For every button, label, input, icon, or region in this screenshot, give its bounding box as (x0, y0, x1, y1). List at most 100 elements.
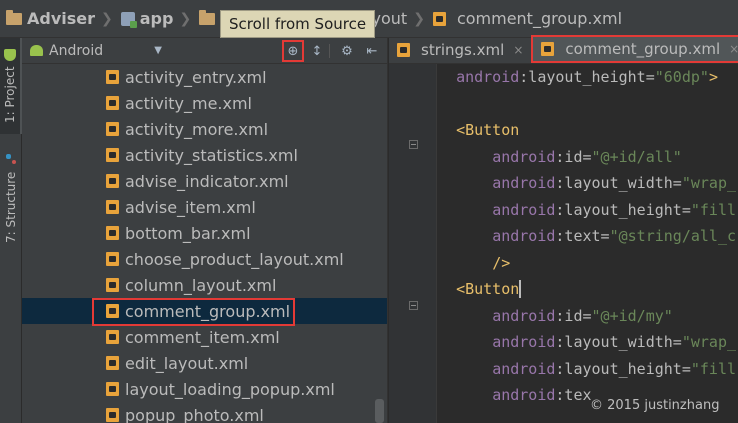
file-tree-item[interactable]: activity_more.xml (22, 116, 387, 142)
file-name: activity_more.xml (125, 119, 269, 139)
code-token: <Button (456, 121, 520, 140)
code-token: "fill (690, 359, 737, 378)
file-name: comment_item.xml (125, 327, 280, 347)
xml-file-icon (106, 252, 119, 266)
structure-tool-tab[interactable]: 7: Structure (0, 142, 22, 254)
breadcrumb-label: Adviser (27, 9, 96, 28)
xml-file-icon (106, 226, 119, 240)
file-name: column_layout.xml (125, 275, 277, 295)
xml-file-icon (106, 330, 119, 344)
file-name: activity_entry.xml (125, 67, 267, 87)
xml-file-icon (106, 148, 119, 162)
code-line: android:layout_height= "fill (438, 356, 738, 383)
hide-panel-button[interactable]: ⇤ (363, 42, 381, 60)
project-tool-tab[interactable]: 1: Project (0, 38, 22, 134)
xml-file-icon (106, 174, 119, 188)
file-tree-item[interactable]: comment_group.xml (22, 298, 387, 326)
structure-icon (5, 153, 17, 165)
project-view-select[interactable]: Android ▼ (30, 43, 162, 59)
xml-file-icon (106, 408, 119, 422)
xml-file-icon (106, 382, 119, 396)
file-name: activity_me.xml (125, 93, 252, 113)
file-tree-item[interactable]: activity_me.xml (22, 90, 387, 116)
xml-file-icon (432, 11, 446, 26)
editor-tab[interactable]: strings.xml × (389, 37, 531, 63)
file-tree-item[interactable]: activity_statistics.xml (22, 142, 387, 168)
code-token: android (492, 333, 556, 352)
fold-icon[interactable] (409, 140, 418, 149)
editor-tab[interactable]: comment_group.xml × (531, 35, 738, 63)
file-name: advise_indicator.xml (125, 171, 289, 191)
structure-tab-label: 7: Structure (4, 171, 18, 243)
xml-file-icon (106, 96, 119, 110)
file-tree-item[interactable]: bottom_bar.xml (22, 220, 387, 246)
file-name: layout_loading_popup.xml (125, 379, 335, 399)
file-name: advise_item.xml (125, 197, 256, 217)
breadcrumb-label: comment_group.xml (456, 9, 623, 28)
file-name: bottom_bar.xml (125, 223, 251, 243)
file-tree-item[interactable]: advise_indicator.xml (22, 168, 387, 194)
xml-file-icon (106, 304, 119, 318)
code-line: /> (438, 250, 738, 277)
project-view-label: Android (49, 42, 104, 59)
code-line: android:layout_width= "wrap_ (438, 329, 738, 356)
code-token: android (492, 174, 556, 193)
code-token: :id= (555, 306, 592, 325)
code-editor[interactable]: android:layout_height= "60dp" > <Button an… (438, 64, 738, 423)
settings-button[interactable]: ⚙ (338, 42, 356, 60)
file-tree-item[interactable]: advise_item.xml (22, 194, 387, 220)
hide-icon: ⇤ (366, 43, 378, 59)
xml-file-icon (106, 200, 119, 214)
fold-icon[interactable] (409, 301, 418, 310)
file-tree: activity_entry.xml activity_me.xmlactivit… (22, 64, 387, 423)
code-token: "60dp" (654, 68, 709, 87)
folder-icon (199, 9, 216, 25)
file-tree-item[interactable]: activity_entry.xml (22, 64, 387, 90)
code-token: "fill (690, 200, 737, 219)
code-token: :id= (555, 147, 592, 166)
code-token: > (708, 68, 718, 87)
editor-tab-label: comment_group.xml (565, 40, 721, 58)
xml-file-icon (106, 70, 119, 84)
breadcrumb-module[interactable]: app (120, 9, 174, 28)
file-tree-item[interactable]: column_layout.xml (22, 272, 387, 298)
close-icon[interactable]: × (729, 42, 738, 56)
gear-icon: ⚙ (341, 43, 353, 59)
code-line: android:id= "@+id/my" (438, 303, 738, 330)
text-caret (519, 280, 522, 299)
code-token: :text= (555, 227, 610, 246)
scroll-from-source-button[interactable]: ⊕ (282, 40, 304, 62)
scroll-from-source-tooltip: Scroll from Source (220, 10, 376, 38)
collapse-all-button[interactable]: ↕ (308, 42, 326, 60)
editor-tab-label: strings.xml (421, 41, 505, 59)
android-icon (4, 48, 16, 61)
project-tab-label: 1: Project (3, 66, 17, 124)
code-token: :layout_height= (555, 359, 691, 378)
scrollbar-thumb[interactable] (375, 399, 384, 423)
file-tree-item[interactable]: edit_layout.xml (22, 350, 387, 376)
breadcrumb-file[interactable]: comment_group.xml (432, 9, 623, 28)
code-line: <Button (438, 117, 738, 144)
breadcrumb-label: app (139, 9, 174, 28)
file-name: edit_layout.xml (125, 353, 249, 373)
chevron-right-icon: ❯ (179, 10, 192, 27)
xml-file-icon (106, 356, 119, 370)
code-token: :layout_width= (555, 174, 682, 193)
file-tree-item[interactable]: layout_loading_popup.xml (22, 376, 387, 402)
code-line (438, 91, 738, 118)
file-tree-item[interactable]: comment_item.xml (22, 324, 387, 350)
file-tree-item[interactable]: choose_product_layout.xml (22, 246, 387, 272)
file-name: comment_group.xml (125, 301, 291, 321)
close-icon[interactable]: × (513, 43, 523, 57)
tool-window-strip: 1: Project 7: Structure (0, 38, 22, 423)
code-token: :layout_height= (519, 68, 655, 87)
file-tree-item[interactable]: popup_photo.xml (22, 402, 387, 423)
breadcrumb-project[interactable]: Adviser (6, 9, 95, 28)
